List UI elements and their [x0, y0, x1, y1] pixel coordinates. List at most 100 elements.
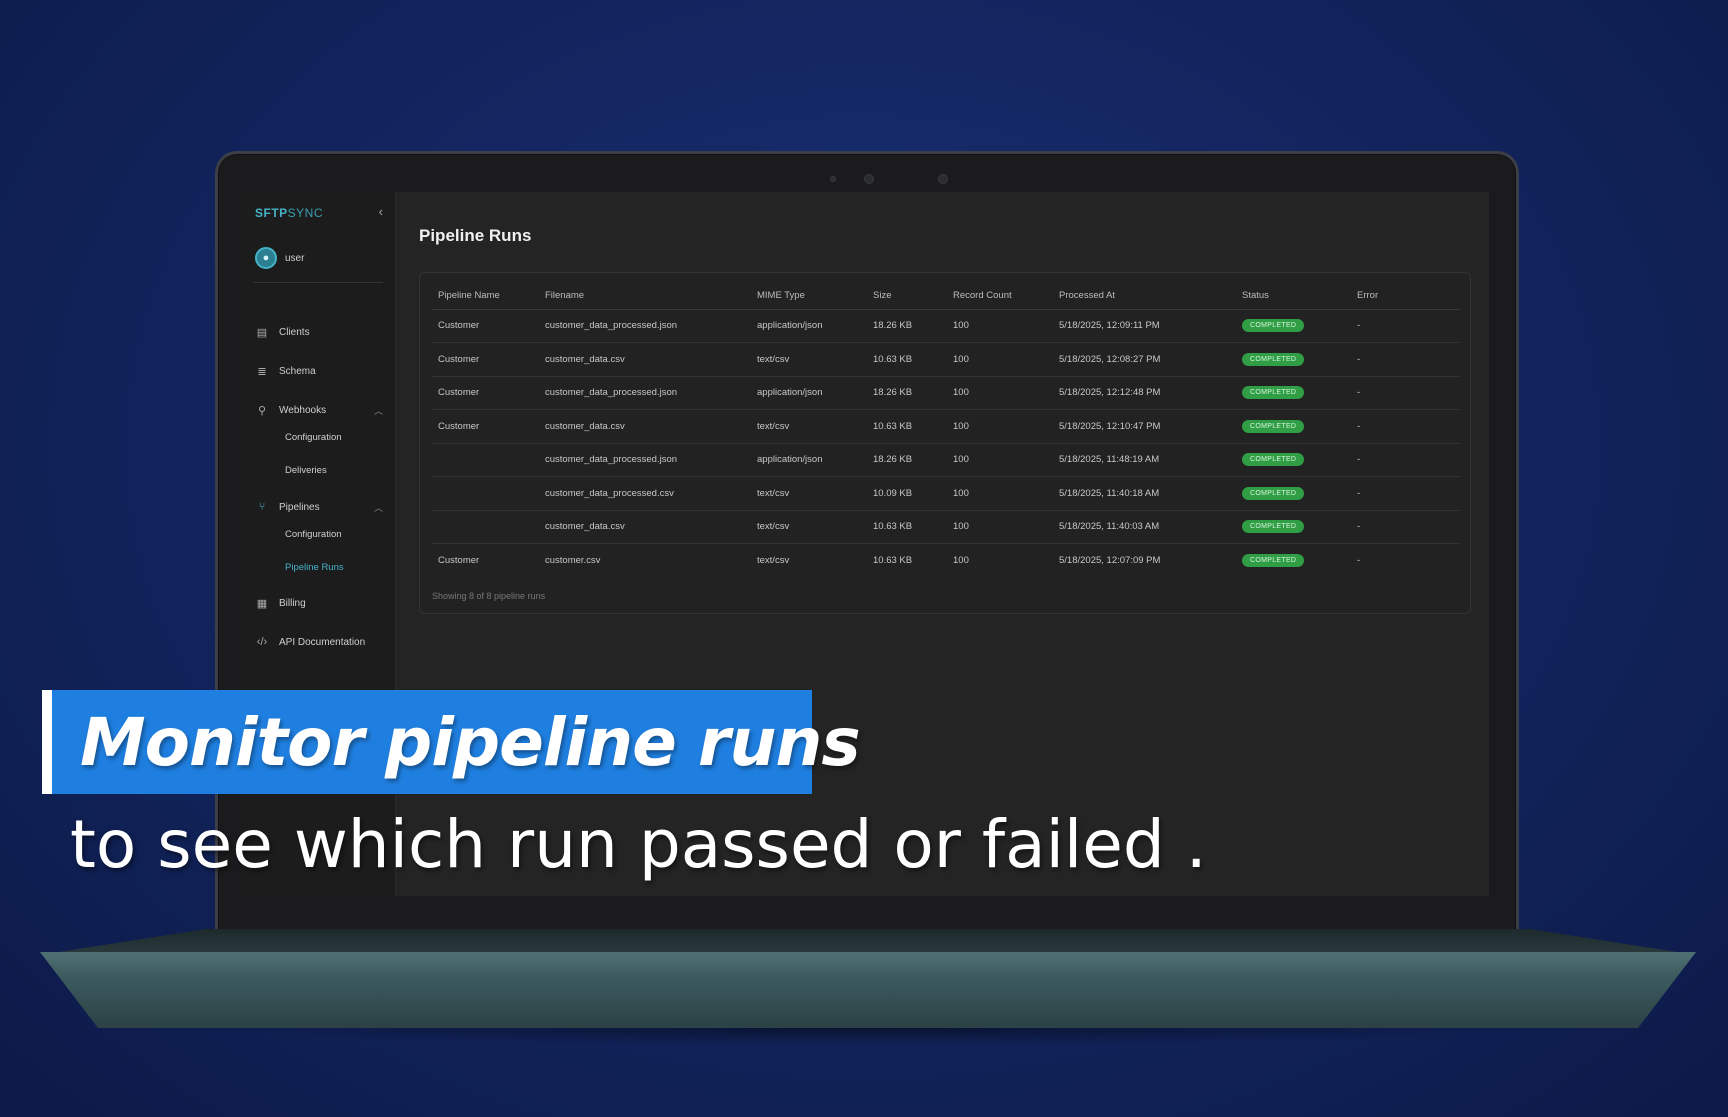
column-header-processed-at[interactable]: Processed At: [1053, 283, 1236, 310]
column-header-mime-type[interactable]: MIME Type: [751, 283, 867, 310]
column-header-filename[interactable]: Filename: [539, 283, 751, 310]
cell-status: COMPLETED: [1236, 376, 1351, 410]
status-badge: COMPLETED: [1242, 453, 1305, 467]
light-sensor-icon: [938, 174, 948, 184]
sidebar-item-pipeline-runs[interactable]: Pipeline Runs: [285, 562, 344, 573]
cell-filename: customer_data_processed.json: [539, 443, 751, 477]
cell-processed-at: 5/18/2025, 12:08:27 PM: [1053, 342, 1236, 377]
cell-size: 18.26 KB: [867, 309, 947, 343]
cell-pipeline-name: Customer: [432, 376, 539, 410]
cell-pipeline-name: [432, 443, 539, 477]
sidebar-item-deliveries[interactable]: Deliveries: [285, 465, 327, 476]
pipeline-runs-table: Pipeline Name Filename MIME Type Size Re…: [432, 283, 1460, 577]
status-badge: COMPLETED: [1242, 554, 1305, 567]
sidebar-item-webhooks-configuration[interactable]: Configuration: [285, 432, 342, 443]
cell-pipeline-name: Customer: [432, 409, 539, 444]
table-row[interactable]: Customer customer.csv text/csv 10.63 KB 100 5…: [432, 544, 1460, 578]
cell-processed-at: 5/18/2025, 12:10:47 PM: [1053, 409, 1236, 444]
cell-mime-type: text/csv: [751, 476, 867, 511]
cell-processed-at: 5/18/2025, 11:40:03 AM: [1053, 510, 1236, 544]
status-badge: COMPLETED: [1242, 386, 1305, 400]
cell-mime-type: application/json: [751, 309, 867, 343]
cell-mime-type: text/csv: [751, 510, 867, 544]
sidebar-item-label: Schema: [279, 366, 316, 377]
column-header-error[interactable]: Error: [1351, 283, 1460, 310]
column-header-pipeline-name[interactable]: Pipeline Name: [432, 283, 539, 310]
cell-filename: customer.csv: [545, 555, 601, 566]
pagination-summary: Showing 8 of 8 pipeline runs: [432, 591, 546, 601]
sidebar-item-api-documentation[interactable]: ‹/› API Documentation: [255, 636, 383, 648]
cell-filename: customer_data.csv: [539, 342, 751, 377]
sidebar-item-clients[interactable]: ▤ Clients: [255, 326, 383, 339]
column-header-record-count[interactable]: Record Count: [947, 283, 1053, 310]
cell-size: 10.63 KB: [867, 409, 947, 444]
cell-mime-type: text/csv: [751, 342, 867, 377]
cell-error: -: [1351, 376, 1460, 410]
cell-record-count: 100: [947, 409, 1053, 444]
status-badge: COMPLETED: [1242, 352, 1305, 366]
caption-headline: Monitor pipeline runs: [80, 704, 861, 781]
cell-processed-at: 5/18/2025, 12:12:48 PM: [1053, 376, 1236, 410]
cell-filename: customer_data.csv: [539, 409, 751, 444]
table-row[interactable]: customer_data_processed.csv text/csv 10.09…: [432, 476, 1460, 511]
cell-error: -: [1351, 510, 1460, 544]
cell-pipeline-name: Customer: [432, 309, 539, 343]
user-name: user: [285, 252, 305, 264]
collapse-sidebar-icon[interactable]: ‹: [379, 204, 383, 219]
sidebar-item-label: Billing: [279, 598, 306, 609]
cell-pipeline-name: Customer: [438, 555, 480, 566]
cell-status: COMPLETED: [1236, 309, 1351, 343]
cell-status: COMPLETED: [1236, 476, 1351, 511]
cell-error: -: [1351, 476, 1460, 511]
cell-pipeline-name: [432, 510, 539, 544]
laptop-shadow: [200, 1028, 1530, 1046]
code-icon: ‹/›: [256, 636, 268, 648]
cell-mime-type: application/json: [751, 443, 867, 477]
cell-status: COMPLETED: [1236, 409, 1351, 444]
cell-processed-at: 5/18/2025, 12:09:11 PM: [1053, 309, 1236, 343]
table-row[interactable]: Customer customer_data_processed.json appl…: [432, 376, 1460, 410]
sidebar-item-pipelines[interactable]: ⑂ Pipelines ︿: [255, 501, 383, 513]
divider: [253, 282, 383, 283]
laptop-base: [40, 952, 1696, 1028]
status-badge: COMPLETED: [1242, 419, 1305, 433]
sidebar-item-pipelines-configuration[interactable]: Configuration: [285, 529, 342, 540]
brand-logo[interactable]: SFTPSYNC: [255, 206, 323, 220]
avatar: ●: [255, 247, 277, 269]
chevron-up-icon: ︿: [373, 502, 383, 513]
camera-bar: [218, 172, 1516, 186]
cell-mime-type: application/json: [751, 376, 867, 410]
caption-banner: Monitor pipeline runs: [42, 690, 861, 794]
table-row[interactable]: Customer customer_data.csv text/csv 10.63 K…: [432, 409, 1460, 444]
sidebar-item-schema[interactable]: ≣ Schema: [255, 365, 383, 378]
cell-processed-at: 5/18/2025, 12:07:09 PM: [1059, 555, 1161, 566]
cell-error: -: [1357, 555, 1361, 566]
caption-subline: to see which run passed or failed .: [70, 806, 1207, 883]
cell-size: 18.26 KB: [867, 443, 947, 477]
status-badge: COMPLETED: [1242, 486, 1305, 500]
table-row[interactable]: Customer customer_data_processed.json appl…: [432, 309, 1460, 343]
table-row[interactable]: customer_data_processed.json application/…: [432, 443, 1460, 477]
user-profile[interactable]: ● user: [255, 247, 304, 269]
cell-record-count: 100: [947, 510, 1053, 544]
cell-processed-at: 5/18/2025, 11:48:19 AM: [1053, 443, 1236, 477]
cell-error: -: [1351, 342, 1460, 377]
cell-pipeline-name: Customer: [432, 342, 539, 377]
laptop-hinge: [40, 929, 1696, 955]
cell-status: COMPLETED: [1236, 342, 1351, 377]
cell-status: COMPLETED: [1236, 443, 1351, 477]
column-header-size[interactable]: Size: [867, 283, 947, 310]
cell-size: 10.09 KB: [867, 476, 947, 511]
table-row[interactable]: customer_data.csv text/csv 10.63 KB 100 5/18…: [432, 510, 1460, 544]
column-header-status[interactable]: Status: [1236, 283, 1351, 310]
sidebar-item-billing[interactable]: ▦ Billing: [255, 597, 383, 610]
cell-record-count: 100: [947, 476, 1053, 511]
camera-icon: [864, 174, 874, 184]
git-branch-icon: ⑂: [258, 501, 266, 513]
cell-filename: customer_data_processed.json: [539, 376, 751, 410]
table-row[interactable]: Customer customer_data.csv text/csv 10.63 K…: [432, 342, 1460, 377]
sidebar-item-webhooks[interactable]: ⚲ Webhooks ︿: [255, 404, 383, 417]
cell-error: -: [1351, 309, 1460, 343]
sidebar-item-label: API Documentation: [279, 636, 366, 648]
cell-record-count: 100: [947, 443, 1053, 477]
